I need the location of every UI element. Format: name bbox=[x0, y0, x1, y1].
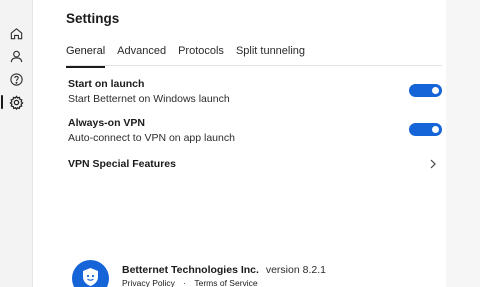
page-title: Settings bbox=[66, 11, 120, 26]
vpn-special-features-row[interactable]: VPN Special Features bbox=[68, 158, 438, 171]
start-on-launch-toggle[interactable] bbox=[409, 84, 442, 97]
window-edge bbox=[446, 0, 480, 287]
sidebar-item-settings[interactable] bbox=[0, 90, 33, 114]
tab-protocols[interactable]: Protocols bbox=[178, 45, 224, 63]
toggle-knob bbox=[432, 87, 439, 94]
company-info: Betternet Technologies Inc. version 8.2.… bbox=[122, 264, 326, 276]
app-version: version 8.2.1 bbox=[265, 264, 326, 276]
settings-tabs: General Advanced Protocols Split tunneli… bbox=[66, 45, 317, 68]
active-nav-indicator bbox=[1, 95, 3, 109]
tab-general[interactable]: General bbox=[66, 45, 106, 68]
shield-logo-icon bbox=[83, 268, 98, 286]
always-on-vpn-toggle[interactable] bbox=[409, 123, 442, 136]
start-on-launch-description: Start Betternet on Windows launch bbox=[68, 93, 230, 105]
company-name: Betternet Technologies Inc. bbox=[122, 264, 259, 276]
tab-advanced[interactable]: Advanced bbox=[117, 45, 166, 63]
chevron-right-icon[interactable] bbox=[428, 158, 438, 170]
always-on-vpn-description: Auto-connect to VPN on app launch bbox=[68, 132, 235, 144]
toggle-knob bbox=[432, 126, 439, 133]
user-icon bbox=[10, 50, 23, 62]
sidebar-item-account[interactable] bbox=[0, 44, 33, 68]
home-icon bbox=[10, 27, 23, 39]
sidebar-item-help[interactable] bbox=[0, 67, 33, 91]
sidebar bbox=[0, 0, 33, 287]
start-on-launch-setting: Start on launch Start Betternet on Windo… bbox=[68, 78, 438, 106]
tab-divider bbox=[66, 65, 442, 66]
privacy-policy-link[interactable]: Privacy Policy bbox=[122, 278, 175, 287]
link-separator: · bbox=[183, 278, 187, 287]
tab-split-tunneling[interactable]: Split tunneling bbox=[236, 45, 305, 63]
sidebar-item-home[interactable] bbox=[0, 21, 33, 45]
gear-icon bbox=[9, 94, 24, 110]
always-on-vpn-label: Always-on VPN bbox=[68, 117, 146, 129]
betternet-logo bbox=[72, 260, 109, 287]
footer-links: Privacy Policy · Terms of Service bbox=[122, 278, 258, 287]
help-icon bbox=[10, 72, 23, 86]
always-on-vpn-setting: Always-on VPN Auto-connect to VPN on app… bbox=[68, 117, 438, 145]
start-on-launch-label: Start on launch bbox=[68, 78, 145, 90]
vpn-special-features-label: VPN Special Features bbox=[68, 158, 176, 170]
terms-of-service-link[interactable]: Terms of Service bbox=[194, 278, 257, 287]
